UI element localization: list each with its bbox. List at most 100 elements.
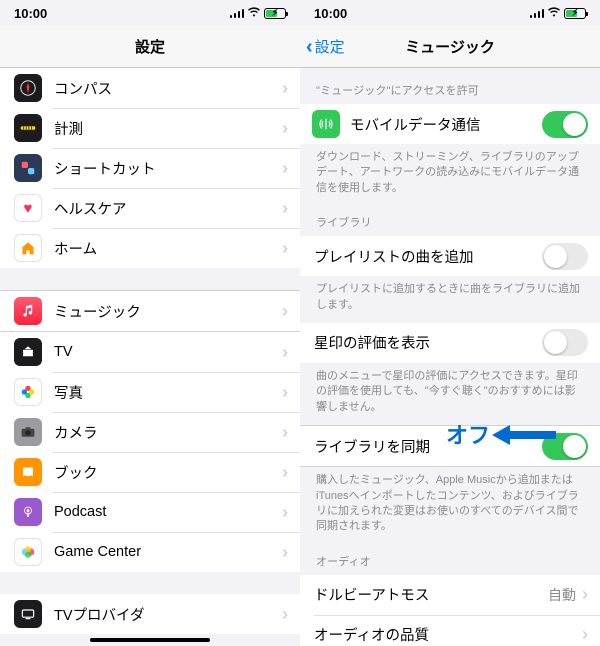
row-label: プレイリストの曲を追加 [314,246,542,267]
row-label: ドルビーアトモス [314,584,548,605]
settings-row-camera[interactable]: カメラ › [0,412,300,452]
settings-row-tvprovider[interactable]: TVプロバイダ › [0,594,300,634]
gamecenter-icon [14,538,42,566]
chevron-right-icon: › [282,382,288,403]
chevron-right-icon: › [582,624,588,645]
row-value: 自動 [548,585,576,605]
chevron-right-icon: › [282,542,288,563]
back-label: 設定 [315,36,345,57]
chevron-right-icon: › [282,158,288,179]
chevron-right-icon: › [282,118,288,139]
settings-row-gamecenter[interactable]: Game Center › [0,532,300,572]
battery-icon: ⚡︎ [264,8,286,19]
row-add-playlist-songs[interactable]: プレイリストの曲を追加 [300,236,600,276]
settings-row-podcast[interactable]: Podcast › [0,492,300,532]
row-label: ミュージック [54,301,282,322]
row-label: ショートカット [54,158,282,179]
podcast-icon [14,498,42,526]
settings-row-music-highlighted: ミュージック › [0,290,300,332]
status-right: ⚡︎ [530,7,587,20]
row-audio-quality[interactable]: オーディオの品質 › [300,615,600,646]
row-label: ライブラリを同期 [314,436,542,457]
music-icon [14,297,42,325]
home-icon [14,234,42,262]
chevron-right-icon: › [282,342,288,363]
nav-bar: ‹ 設定 ミュージック [300,26,600,68]
tv-icon [14,338,42,366]
antenna-icon [312,110,340,138]
toggle-add-playlist[interactable] [542,243,588,270]
signal-icon [230,8,245,18]
row-label: Podcast [54,504,282,520]
row-label: TV [54,344,282,360]
photos-icon [14,378,42,406]
toggle-star-ratings[interactable] [542,329,588,356]
settings-row-photos[interactable]: 写真 › [0,372,300,412]
settings-row-tv[interactable]: TV › [0,332,300,372]
settings-list[interactable]: コンパス › 計測 › ショートカット › ♥︎ ヘルスケア › [0,68,300,646]
chevron-right-icon: › [282,604,288,625]
section-footer: プレイリストに追加するときに曲をライブラリに追加します。 [300,276,600,317]
chevron-right-icon: › [282,198,288,219]
camera-icon [14,418,42,446]
toggle-sync-library[interactable] [542,433,588,460]
row-label: ホーム [54,238,282,259]
settings-row-health[interactable]: ♥︎ ヘルスケア › [0,188,300,228]
chevron-right-icon: › [282,78,288,99]
settings-group: コンパス › 計測 › ショートカット › ♥︎ ヘルスケア › [0,68,300,268]
home-indicator [90,638,210,642]
settings-screen: 10:00 ⚡︎ 設定 コンパス › 計測 [0,0,300,646]
settings-group: TV › 写真 › カメラ › ブック [0,332,300,572]
settings-row-measure[interactable]: 計測 › [0,108,300,148]
signal-icon [530,8,545,18]
section-footer: ダウンロード、ストリーミング、ライブラリのアップデート、アートワークの読み込みに… [300,144,600,200]
row-label: 計測 [54,118,282,139]
chevron-right-icon: › [282,301,288,322]
row-sync-library[interactable]: ライブラリを同期 [300,426,600,466]
chevron-right-icon: › [282,422,288,443]
section-header: ライブラリ [300,200,600,236]
section-footer: 曲のメニューで星印の評価にアクセスできます。星印の評価を使用しても、"今すぐ聴く… [300,363,600,419]
row-label: ヘルスケア [54,198,282,219]
row-label: Game Center [54,544,282,560]
row-label: 写真 [54,382,282,403]
section-header: オーディオ [300,539,600,575]
page-title: 設定 [135,36,165,57]
row-cellular-data[interactable]: モバイルデータ通信 [300,104,600,144]
status-time: 10:00 [14,6,47,21]
settings-row-shortcuts[interactable]: ショートカット › [0,148,300,188]
row-sync-library-highlighted: ライブラリを同期 [300,425,600,467]
tvprovider-icon [14,600,42,628]
chevron-left-icon: ‹ [306,37,313,57]
books-icon [14,458,42,486]
chevron-right-icon: › [282,238,288,259]
settings-row-music[interactable]: ミュージック › [0,291,300,331]
measure-icon [14,114,42,142]
status-bar: 10:00 ⚡︎ [0,0,300,26]
status-time: 10:00 [314,6,347,21]
settings-group: TVプロバイダ › [0,594,300,634]
settings-row-compass[interactable]: コンパス › [0,68,300,108]
settings-row-home[interactable]: ホーム › [0,228,300,268]
battery-icon: ⚡︎ [564,8,586,19]
health-icon: ♥︎ [14,194,42,222]
row-label: カメラ [54,422,282,443]
section-header: "ミュージック"にアクセスを許可 [300,68,600,104]
row-label: 星印の評価を表示 [314,332,542,353]
wifi-icon [547,7,561,20]
section-footer: 購入したミュージック、Apple Musicから追加またはiTunesへインポー… [300,467,600,539]
row-label: コンパス [54,78,282,99]
chevron-right-icon: › [282,502,288,523]
row-label: TVプロバイダ [54,604,282,625]
row-dolby-atmos[interactable]: ドルビーアトモス 自動 › [300,575,600,615]
music-settings-screen: 10:00 ⚡︎ ‹ 設定 ミュージック "ミュージック"にアクセスを許可 モバ… [300,0,600,646]
back-button[interactable]: ‹ 設定 [306,36,345,57]
settings-row-books[interactable]: ブック › [0,452,300,492]
chevron-right-icon: › [282,462,288,483]
chevron-right-icon: › [582,584,588,605]
music-settings-list[interactable]: "ミュージック"にアクセスを許可 モバイルデータ通信 ダウンロード、ストリーミン… [300,68,600,646]
row-label: ブック [54,462,282,483]
row-star-ratings[interactable]: 星印の評価を表示 [300,323,600,363]
toggle-cellular[interactable] [542,111,588,138]
wifi-icon [247,7,261,20]
